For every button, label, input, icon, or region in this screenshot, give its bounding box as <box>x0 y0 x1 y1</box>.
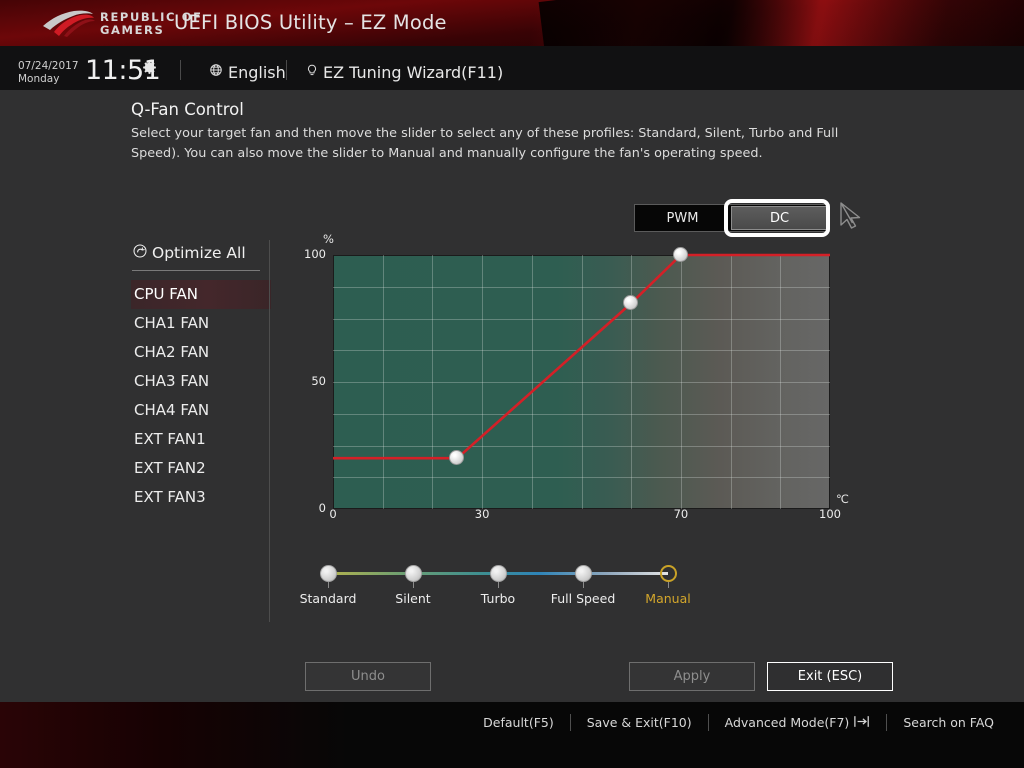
gridline-horizontal <box>333 286 830 288</box>
gridline-horizontal <box>333 445 830 447</box>
y-tick-label: 50 <box>311 374 326 388</box>
chart-y-axis-label: % <box>323 232 334 246</box>
footer-shortcuts: Default(F5) Save & Exit(F10) Advanced Mode… <box>467 714 1010 731</box>
fan-item-label: CHA1 FAN <box>134 314 210 332</box>
undo-button[interactable]: Undo <box>305 662 431 691</box>
fan-item-cha1-fan[interactable]: CHA1 FAN <box>131 309 271 338</box>
date-value: 07/24/2017 <box>18 60 79 72</box>
rog-logo-icon <box>40 8 95 38</box>
fan-item-ext-fan2[interactable]: EXT FAN2 <box>131 454 271 483</box>
pwm-mode-button[interactable]: PWM <box>635 205 730 231</box>
fan-item-label: CPU FAN <box>134 285 198 303</box>
x-tick-label: 0 <box>329 507 337 521</box>
fan-item-label: CHA2 FAN <box>134 343 210 361</box>
fan-item-cha4-fan[interactable]: CHA4 FAN <box>131 396 271 425</box>
gridline-horizontal <box>333 413 830 415</box>
fan-item-label: EXT FAN1 <box>134 430 206 448</box>
gridline-horizontal <box>333 477 830 479</box>
x-tick-label: 70 <box>673 507 689 521</box>
lightbulb-icon[interactable] <box>305 63 319 81</box>
arrow-into-bracket-icon <box>854 715 870 731</box>
fan-item-cpu-fan[interactable]: CPU FAN <box>131 280 271 309</box>
fan-item-cha2-fan[interactable]: CHA2 FAN <box>131 338 271 367</box>
footer-item-search-on-faq[interactable]: Search on FAQ <box>887 715 1010 730</box>
fan-item-label: CHA3 FAN <box>134 372 210 390</box>
slider-tick <box>328 582 329 588</box>
footer-item-label: Search on FAQ <box>903 715 994 730</box>
footer-bar <box>0 702 1024 768</box>
qfan-title: Q-Fan Control <box>131 100 244 119</box>
gear-icon[interactable] <box>141 59 158 76</box>
infobar-divider-2 <box>286 60 287 80</box>
title-bar: REPUBLIC OF GAMERS UEFI BIOS Utility – E… <box>0 0 1024 46</box>
fan-mode-toggle: PWM DC <box>634 204 830 232</box>
slider-label-full-speed[interactable]: Full Speed <box>535 591 631 606</box>
fan-list-separator <box>269 240 270 622</box>
fan-item-cha3-fan[interactable]: CHA3 FAN <box>131 367 271 396</box>
mouse-pointer-icon <box>838 200 864 232</box>
x-tick-label: 100 <box>819 507 841 521</box>
qfan-description: Select your target fan and then move the… <box>131 126 839 161</box>
chart-x-axis-label: ℃ <box>836 492 849 506</box>
fan-item-label: EXT FAN2 <box>134 459 206 477</box>
fan-list-divider <box>132 270 260 271</box>
slider-node-silent[interactable] <box>404 565 422 582</box>
x-tick-label: 30 <box>474 507 490 521</box>
slider-tick <box>413 582 414 588</box>
slider-label-standard[interactable]: Standard <box>280 591 376 606</box>
footer-item-label: Advanced Mode(F7) <box>724 715 850 730</box>
page-title: UEFI BIOS Utility – EZ Mode <box>174 11 447 34</box>
fan-curve-chart[interactable] <box>333 255 830 509</box>
slider-node-full-speed[interactable] <box>574 565 592 582</box>
dc-mode-button[interactable]: DC <box>731 206 828 230</box>
footer-item-advanced-mode-f7[interactable]: Advanced Mode(F7) <box>709 715 887 731</box>
apply-button[interactable]: Apply <box>629 662 755 691</box>
curve-handle-3[interactable] <box>672 247 688 262</box>
footer-item-default-f5[interactable]: Default(F5) <box>467 715 570 730</box>
infobar-divider-1 <box>180 60 181 80</box>
fan-profile-slider[interactable]: Standard Silent Turbo Full Speed Manual <box>300 563 691 623</box>
gridline-horizontal <box>333 382 830 383</box>
slider-label-silent[interactable]: Silent <box>365 591 461 606</box>
slider-tick <box>583 582 584 588</box>
y-tick-label: 100 <box>304 247 326 261</box>
fan-item-ext-fan1[interactable]: EXT FAN1 <box>131 425 271 454</box>
fan-item-label: EXT FAN3 <box>134 488 206 506</box>
globe-icon[interactable] <box>209 63 223 80</box>
fan-item-ext-fan3[interactable]: EXT FAN3 <box>131 483 271 512</box>
slider-node-standard[interactable] <box>319 565 337 582</box>
slider-label-manual[interactable]: Manual <box>620 591 716 606</box>
language-selector-label[interactable]: English <box>228 63 286 82</box>
ez-tuning-wizard-label[interactable]: EZ Tuning Wizard(F11) <box>323 63 503 82</box>
exit-button[interactable]: Exit (ESC) <box>767 662 893 691</box>
optimize-all-button[interactable]: Optimize All <box>131 240 271 266</box>
footer-item-save-exit-f10[interactable]: Save & Exit(F10) <box>571 715 708 730</box>
system-date: 07/24/2017 Monday <box>18 60 79 86</box>
weekday-value: Monday <box>18 73 60 85</box>
refresh-circle-icon <box>132 243 148 263</box>
slider-tick <box>668 582 669 588</box>
gridline-horizontal <box>333 318 830 320</box>
slider-label-turbo[interactable]: Turbo <box>450 591 546 606</box>
slider-node-turbo[interactable] <box>489 565 507 582</box>
footer-item-label: Save & Exit(F10) <box>586 715 692 730</box>
fan-list: Optimize All CPU FAN CHA1 FAN CHA2 FAN CHA3… <box>131 240 271 512</box>
slider-node-manual[interactable] <box>659 565 677 582</box>
gridline-horizontal <box>333 350 830 352</box>
slider-tick <box>498 582 499 588</box>
fan-item-label: CHA4 FAN <box>134 401 210 419</box>
optimize-all-label: Optimize All <box>152 244 246 262</box>
footer-item-label: Default(F5) <box>483 715 554 730</box>
